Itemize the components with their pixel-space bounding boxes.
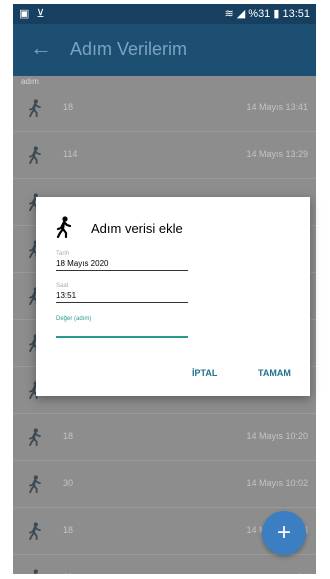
date-label: Tarih <box>56 251 70 257</box>
walking-icon <box>29 522 41 540</box>
page-title: Adım Verilerim <box>70 39 188 59</box>
cancel-button[interactable]: İPTAL <box>192 368 217 378</box>
timestamp: 14 Mayıs 10:20 <box>246 431 308 441</box>
list-item[interactable]: 18 14 Mayıs 13:41 <box>13 85 316 132</box>
step-count: 18 <box>63 102 74 112</box>
step-count: 114 <box>63 149 78 159</box>
time-label: Saat <box>56 283 69 289</box>
timestamp: 14 <box>298 572 308 574</box>
add-step-dialog: Adım verisi ekle Tarih 18 Mayıs 2020 Saa… <box>36 197 310 396</box>
dialog-title: Adım verisi ekle <box>91 221 183 236</box>
walking-icon <box>29 99 41 117</box>
ok-button[interactable]: TAMAM <box>258 368 291 378</box>
list-item[interactable]: 1914 <box>13 555 316 574</box>
list-item[interactable]: 18 14 Mayıs 10:20 <box>13 414 316 461</box>
step-value-field[interactable]: Değer (adım) <box>56 316 188 338</box>
back-arrow-icon[interactable]: ← <box>30 36 54 60</box>
timestamp: 14 Mayıs 10:02 <box>246 478 308 488</box>
walking-icon <box>56 216 72 238</box>
date-value[interactable]: 18 Mayıs 2020 <box>56 259 188 271</box>
status-left-icons: ▣ ⊻ <box>19 8 47 20</box>
walking-icon <box>29 428 41 446</box>
add-fab-button[interactable]: + <box>262 511 306 555</box>
time-value[interactable]: 13:51 <box>56 291 188 303</box>
step-value-input[interactable] <box>56 336 188 338</box>
step-count: 18 <box>63 431 74 441</box>
list-item[interactable]: 30 14 Mayıs 10:02 <box>13 461 316 508</box>
walking-icon <box>33 569 38 574</box>
walking-icon <box>29 475 41 493</box>
step-count: 19 <box>63 572 73 574</box>
step-count: 18 <box>63 525 74 535</box>
date-field[interactable]: Tarih 18 Mayıs 2020 <box>56 251 188 271</box>
app-bar: ← Adım Verilerim <box>13 24 316 76</box>
step-value-label: Değer (adım) <box>56 316 92 322</box>
step-count: 30 <box>63 478 74 488</box>
walking-icon <box>29 146 41 164</box>
time-field[interactable]: Saat 13:51 <box>56 283 188 303</box>
status-right: ≋ ◢ %31 ▮ 13:51 <box>224 8 311 20</box>
status-bar: ▣ ⊻ ≋ ◢ %31 ▮ 13:51 <box>13 4 316 24</box>
timestamp: 14 Mayıs 13:41 <box>246 102 308 112</box>
timestamp: 14 Mayıs 13:29 <box>246 149 308 159</box>
list-item[interactable]: 114 14 Mayıs 13:29 <box>13 132 316 179</box>
